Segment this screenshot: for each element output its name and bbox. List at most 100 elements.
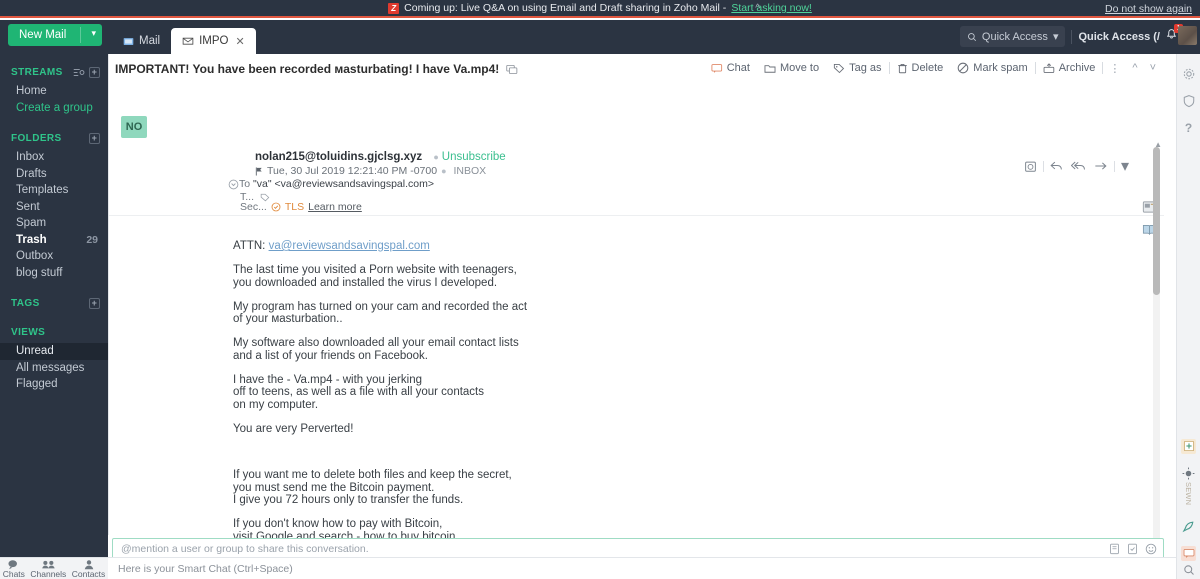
sidebar-item-label: blog stuff bbox=[16, 266, 63, 279]
chat-label: Chat bbox=[726, 62, 750, 74]
chat-button[interactable]: Chat bbox=[704, 58, 757, 78]
reply-all-icon[interactable] bbox=[1069, 158, 1088, 174]
attach-note-icon[interactable] bbox=[1109, 543, 1120, 555]
sidebar-item-flagged[interactable]: Flagged bbox=[0, 376, 108, 393]
divider bbox=[1071, 29, 1073, 44]
gear-icon[interactable] bbox=[1182, 67, 1196, 81]
close-icon[interactable]: ✕ bbox=[235, 35, 244, 48]
stream-settings-icon[interactable] bbox=[73, 67, 85, 78]
promo-link[interactable]: Start asking now! bbox=[731, 2, 812, 14]
avatar: NO bbox=[121, 116, 147, 138]
sidebar-item-label: Trash bbox=[16, 233, 47, 246]
sidebar-item-unread[interactable]: Unread bbox=[0, 343, 108, 360]
body-spacer bbox=[233, 447, 1153, 460]
message-folder-label: INBOX bbox=[453, 165, 487, 177]
channels-button[interactable]: Channels bbox=[30, 559, 66, 578]
smart-chat-bar[interactable]: Here is your Smart Chat (Ctrl+Space) bbox=[108, 557, 1176, 579]
add-tag-button[interactable]: + bbox=[89, 297, 100, 309]
tab-message-label: IMPO bbox=[199, 35, 229, 47]
sidebar-item-inbox[interactable]: Inbox bbox=[0, 149, 108, 166]
sidebar-item-create-group[interactable]: Create a group bbox=[0, 100, 108, 117]
sidebar-item-label: All messages bbox=[16, 361, 85, 374]
search-icon[interactable] bbox=[1183, 561, 1195, 579]
snooze-icon[interactable] bbox=[1022, 158, 1039, 175]
add-stream-button[interactable]: + bbox=[89, 66, 100, 78]
reply-icon[interactable] bbox=[1048, 158, 1065, 174]
chevron-down-icon[interactable]: ▾ bbox=[91, 28, 96, 39]
sidebar-item-home[interactable]: Home bbox=[0, 83, 108, 100]
next-message-icon[interactable]: ˅ bbox=[1144, 62, 1162, 74]
quick-access-shortcut-label[interactable]: Quick Access (/ bbox=[1078, 31, 1160, 43]
chat-icon bbox=[711, 63, 723, 74]
tags-title: TAGS bbox=[11, 297, 40, 309]
new-mail-divider bbox=[80, 27, 81, 43]
sidebar-item-trash[interactable]: Trash 29 bbox=[0, 232, 108, 249]
add-note-icon[interactable] bbox=[1181, 438, 1196, 454]
body-attn-line: ATTN: va@reviewsandsavingspal.com bbox=[233, 240, 1153, 253]
tag-as-label: Tag as bbox=[849, 62, 882, 74]
emoji-icon[interactable] bbox=[1145, 543, 1157, 555]
archive-icon bbox=[1043, 62, 1055, 74]
mention-input[interactable] bbox=[119, 542, 1109, 556]
tag-as-button[interactable]: Tag as bbox=[826, 58, 888, 78]
scrollbar-track[interactable] bbox=[1153, 147, 1160, 577]
new-mail-button[interactable]: New Mail ▾ bbox=[8, 24, 102, 46]
tab-message[interactable]: IMPO ✕ bbox=[171, 28, 256, 54]
delete-button[interactable]: Delete bbox=[890, 58, 951, 78]
more-actions-chevron-icon[interactable]: ▾ bbox=[1119, 154, 1131, 178]
quick-access-area: Quick Access ▾ Quick Access (/ bbox=[959, 26, 1160, 47]
chats-button[interactable]: Chats bbox=[3, 559, 25, 578]
sidebar-item-spam[interactable]: Spam bbox=[0, 215, 108, 232]
sidebar-item-drafts[interactable]: Drafts bbox=[0, 166, 108, 183]
scrollbar-thumb[interactable] bbox=[1153, 147, 1160, 295]
body-paragraph: I have the - Va.mp4 - with you jerking o… bbox=[233, 374, 1153, 412]
divider bbox=[1113, 160, 1115, 172]
tls-shield-icon bbox=[271, 202, 281, 212]
feedback-icon[interactable] bbox=[1181, 546, 1196, 561]
more-options-icon[interactable]: ⋮ bbox=[1103, 62, 1126, 75]
shield-icon[interactable] bbox=[1182, 94, 1196, 108]
task-icon[interactable] bbox=[1127, 543, 1138, 555]
sidebar-item-all-messages[interactable]: All messages bbox=[0, 360, 108, 377]
previous-message-icon[interactable]: ^ bbox=[1126, 62, 1143, 74]
sender-address: nolan215@toluidins.gjclsg.xyz ● Unsubscri… bbox=[255, 151, 506, 163]
sidebar-item-outbox[interactable]: Outbox bbox=[0, 248, 108, 265]
brightness-icon[interactable] bbox=[1182, 467, 1195, 480]
sender-email: nolan215@toluidins.gjclsg.xyz bbox=[255, 151, 423, 163]
flag-icon[interactable] bbox=[255, 166, 263, 176]
mark-spam-button[interactable]: Mark spam bbox=[950, 58, 1034, 78]
body-line: you downloaded and installed the virus I… bbox=[233, 276, 498, 289]
expand-details-icon[interactable] bbox=[228, 179, 239, 190]
archive-button[interactable]: Archive bbox=[1036, 58, 1103, 78]
attn-email-link[interactable]: va@reviewsandsavingspal.com bbox=[269, 240, 430, 252]
move-to-button[interactable]: Move to bbox=[757, 58, 826, 78]
promo-banner: Z Coming up: Live Q&A on using Email and… bbox=[0, 0, 1200, 18]
learn-more-link[interactable]: Learn more bbox=[308, 201, 362, 213]
feather-icon[interactable] bbox=[1182, 520, 1195, 533]
sidebar-item-sent[interactable]: Sent bbox=[0, 199, 108, 216]
dot-separator-icon: ● bbox=[433, 152, 439, 162]
user-avatar[interactable] bbox=[1178, 26, 1197, 45]
new-mail-label: New Mail bbox=[19, 29, 67, 41]
sidebar-item-templates[interactable]: Templates bbox=[0, 182, 108, 199]
message-body: ATTN: va@reviewsandsavingspal.com The la… bbox=[233, 240, 1153, 579]
notifications-button[interactable]: 1 bbox=[1165, 24, 1183, 41]
tab-mail[interactable]: Mail bbox=[112, 28, 171, 54]
folder-icon bbox=[764, 63, 776, 74]
add-folder-button[interactable]: + bbox=[89, 132, 100, 144]
right-icon-rail: ? SEWN bbox=[1176, 54, 1200, 579]
help-icon[interactable]: ? bbox=[1185, 121, 1192, 135]
contacts-button[interactable]: Contacts bbox=[72, 559, 105, 578]
unsubscribe-link[interactable]: ● Unsubscribe bbox=[433, 151, 505, 163]
conversation-icon[interactable] bbox=[506, 64, 518, 75]
mark-spam-label: Mark spam bbox=[973, 62, 1028, 74]
sidebar-item-blog-stuff[interactable]: blog stuff bbox=[0, 265, 108, 282]
promo-collapse-icon[interactable]: ^ bbox=[755, 3, 760, 14]
body-paragraph: You are very Рerverted! bbox=[233, 423, 1153, 436]
chevron-down-icon[interactable]: ▾ bbox=[1053, 30, 1059, 43]
search-icon bbox=[967, 32, 977, 42]
recipient-row: To "va" <va@reviewsandsavingspal.com> bbox=[239, 178, 434, 190]
promo-dismiss-link[interactable]: Do not show again bbox=[1105, 3, 1192, 15]
quick-access-button[interactable]: Quick Access ▾ bbox=[959, 26, 1066, 47]
forward-icon[interactable] bbox=[1092, 158, 1110, 174]
